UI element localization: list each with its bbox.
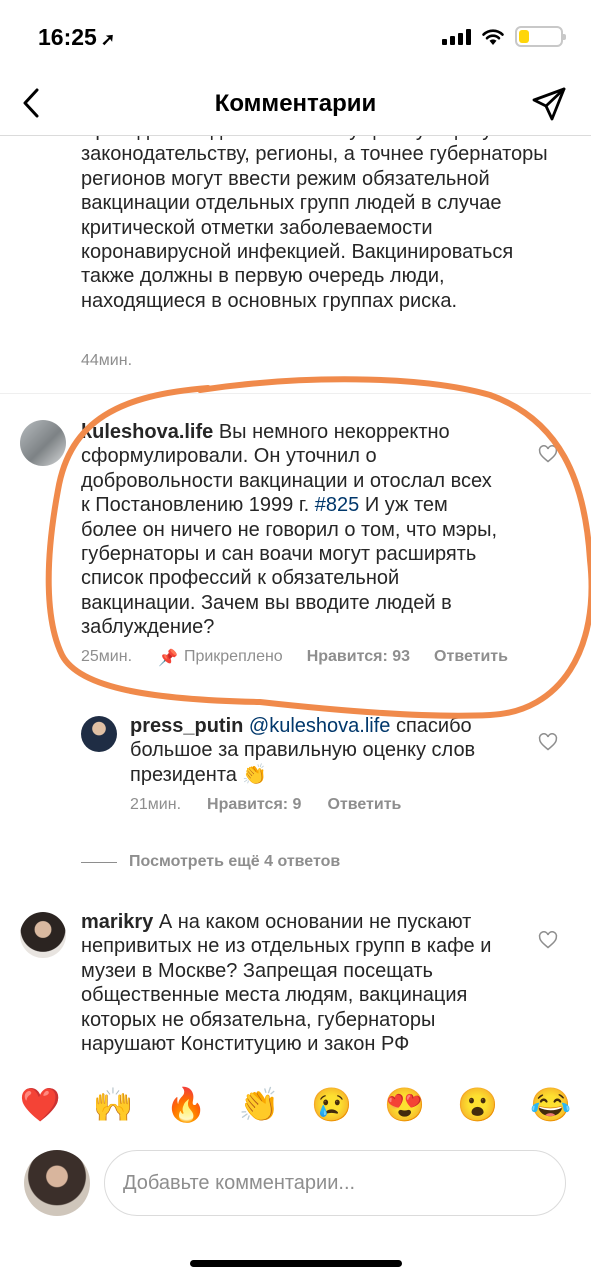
- pin-icon: 📌: [158, 650, 178, 667]
- comment-time: 25мин.: [81, 648, 133, 665]
- location-arrow-icon: ➚: [100, 30, 116, 49]
- emoji-fire-button[interactable]: 🔥: [166, 1085, 207, 1125]
- comment-kuleshova: kuleshova.life Вы немного некорректно сф…: [0, 394, 591, 694]
- battery-icon: [515, 26, 566, 47]
- status-icons: [442, 26, 566, 47]
- comment-username[interactable]: press_putin: [130, 715, 243, 737]
- home-indicator[interactable]: [190, 1260, 402, 1267]
- pinned-label: Прикреплено: [183, 648, 283, 665]
- mention-link[interactable]: @kuleshova.life: [249, 715, 390, 737]
- emoji-laughing-face-button[interactable]: 😂: [530, 1085, 571, 1125]
- view-more-replies-button[interactable]: Посмотреть ещё 4 ответов: [81, 853, 340, 871]
- status-bar: 16:25 ➚: [0, 0, 591, 76]
- emoji-clapping-hands-button[interactable]: 👏: [239, 1085, 280, 1125]
- status-time: 16:25 ➚: [38, 24, 115, 51]
- likes-count[interactable]: Нравится: 93: [307, 648, 410, 668]
- emoji-raised-hands-button[interactable]: 🙌: [93, 1085, 134, 1125]
- like-heart-icon[interactable]: [538, 732, 558, 752]
- status-time-label: 16:25: [38, 24, 97, 50]
- page-title: Комментарии: [214, 90, 377, 117]
- emoji-quick-reactions: ❤️ 🙌 🔥 👏 😢 😍 😮 😂: [0, 1080, 591, 1130]
- reply-button[interactable]: Ответить: [327, 796, 401, 814]
- comment-text: kuleshova.life Вы немного некорректно сф…: [81, 420, 506, 640]
- reply-button[interactable]: Ответить: [434, 648, 508, 668]
- post-caption: Президентом дал ответ: по существующему …: [81, 136, 548, 312]
- signal-icon: [442, 28, 471, 45]
- reply-press-putin: press_putin @kuleshova.life спасибо боль…: [0, 706, 591, 826]
- emoji-heart-eyes-button[interactable]: 😍: [384, 1085, 425, 1125]
- emoji-crying-face-button[interactable]: 😢: [311, 1085, 352, 1125]
- comment-text: marikry А на каком основании не пускают …: [81, 910, 501, 1056]
- like-heart-icon[interactable]: [538, 930, 558, 950]
- view-more-label: Посмотреть ещё 4 ответов: [129, 853, 341, 870]
- comment-meta: 25мин. 📌 Прикреплено Нравится: 93 Ответи…: [81, 648, 508, 668]
- divider-line: [81, 861, 117, 863]
- avatar[interactable]: [81, 716, 117, 752]
- wifi-icon: [482, 28, 504, 45]
- comment-text: press_putin @kuleshova.life спасибо боль…: [130, 714, 510, 787]
- comment-composer: [0, 1150, 591, 1216]
- emoji-heart-button[interactable]: ❤️: [20, 1085, 61, 1125]
- comments-feed[interactable]: Президентом дал ответ: по существующему …: [0, 136, 591, 1060]
- nav-bar: Комментарии: [0, 76, 591, 136]
- caption-time: 44мин.: [81, 352, 133, 369]
- paper-plane-icon[interactable]: [531, 86, 567, 122]
- like-heart-icon[interactable]: [538, 444, 558, 464]
- comment-marikry: marikry А на каком основании не пускают …: [0, 902, 591, 1060]
- emoji-surprised-face-button[interactable]: 😮: [457, 1085, 498, 1125]
- comment-username[interactable]: marikry: [81, 911, 153, 933]
- likes-count[interactable]: Нравится: 9: [207, 796, 301, 814]
- avatar[interactable]: [20, 912, 66, 958]
- comment-meta: 21мин. Нравится: 9 Ответить: [130, 796, 401, 814]
- avatar: [24, 1150, 90, 1216]
- avatar[interactable]: [20, 420, 66, 466]
- comment-time: 21мин.: [130, 796, 182, 813]
- comment-input[interactable]: [104, 1150, 566, 1216]
- comment-username[interactable]: kuleshova.life: [81, 421, 213, 443]
- hashtag-link[interactable]: #825: [315, 494, 360, 516]
- battery-level: [519, 30, 529, 43]
